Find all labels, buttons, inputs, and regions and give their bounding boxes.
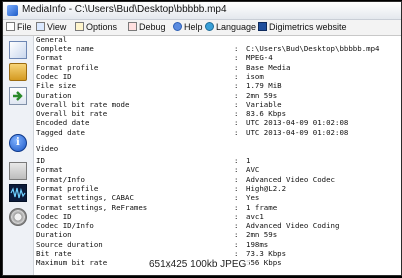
field-label: Duration [36,90,72,100]
field-separator: : [234,127,239,137]
debug-icon [128,22,137,31]
section-header-general: General [36,36,68,44]
folder-icon[interactable] [9,63,27,81]
field-label: Overall bit rate mode [36,99,130,109]
open-file-icon[interactable] [9,41,27,59]
mediainfo-window: MediaInfo - C:\Users\Bud\Desktop\bbbbb.m… [2,1,402,276]
info-icon[interactable]: i [9,134,27,152]
field-value: UTC 2013-04-09 01:02:08 [246,127,349,137]
field-label: Format profile [36,62,99,72]
menu-debug[interactable]: Debug [128,20,166,35]
field-value: 198ms [246,239,269,249]
help-icon [173,22,182,31]
field-value: 73.3 Kbps [246,249,287,258]
field-separator: : [234,71,239,81]
field-value: UTC 2013-04-09 01:02:08 [246,118,349,128]
field-value: AVC [246,165,260,175]
menu-digimetrics-website[interactable]: Digimetrics website [258,20,347,35]
field-value: Advanced Video Coding [246,221,340,231]
menu-view[interactable]: View [36,20,66,35]
title-bar: MediaInfo - C:\Users\Bud\Desktop\bbbbb.m… [3,2,401,20]
field-label: Source duration [36,239,103,249]
field-value: C:\Users\Bud\Desktop\bbbbb.mp4 [246,44,380,53]
field-value: 1.79 MiB [246,81,282,91]
field-value: Yes [246,193,260,203]
field-separator: : [234,156,239,165]
field-separator: : [234,221,239,231]
field-separator: : [234,53,239,63]
field-separator: : [234,90,239,100]
field-separator: : [234,165,239,175]
waveform-icon[interactable] [9,184,27,202]
field-value: 1 frame [246,202,278,212]
field-value: isom [246,71,264,81]
field-label: Encoded date [36,118,90,128]
field-value: Base Media [246,62,291,72]
globe-icon [258,22,267,31]
field-label: Format settings, ReFrames [36,202,148,212]
field-value: 556 Kbps [246,258,282,268]
language-icon [205,22,214,31]
view-icon [36,22,45,31]
field-label: Overall bit rate [36,109,108,119]
section-header-video: Video [36,144,59,153]
image-size-watermark: 651x425 100kb JPEG [146,259,250,270]
field-label: Maximum bit rate [36,258,108,268]
field-label: Format profile [36,183,99,193]
field-value: 2mn 59s [246,230,278,240]
menu-options[interactable]: Options [75,20,117,35]
mediainfo-app-icon [7,5,18,16]
field-label: Complete name [36,44,94,53]
menu-file[interactable]: File [6,20,32,35]
sidebar-toolbar: i [3,36,34,275]
field-label: Format [36,53,63,63]
field-label: Tagged date [36,127,85,137]
field-separator: : [234,230,239,240]
field-label: Bit rate [36,249,72,258]
field-label: Format [36,165,63,175]
field-label: ID [36,156,45,165]
media-info-text-area[interactable]: General Complete name: C:\Users\Bud\Deskt… [34,36,401,275]
field-separator: : [234,99,239,109]
field-separator: : [234,174,239,184]
menu-bar: File View Options Debug Help Language Di… [3,20,401,36]
file-icon [6,22,15,31]
field-separator: : [234,62,239,72]
field-value: Advanced Video Codec [246,174,335,184]
export-icon[interactable] [9,87,27,105]
field-separator: : [234,249,239,258]
field-label: Codec ID [36,211,72,221]
field-value: 83.6 Kbps [246,109,287,119]
menu-language[interactable]: Language [205,20,256,35]
field-label: Format/Info [36,174,85,184]
field-label: File size [36,81,77,91]
window-title: MediaInfo - C:\Users\Bud\Desktop\bbbbb.m… [22,4,227,15]
field-value: 2mn 59s [246,90,278,100]
field-separator: : [234,118,239,128]
field-separator: : [234,193,239,203]
field-separator: : [234,239,239,249]
field-value: Variable [246,99,282,109]
field-separator: : [234,211,239,221]
field-label: Codec ID [36,71,72,81]
video-info-icon[interactable] [9,162,27,180]
field-separator: : [234,202,239,212]
field-separator: : [234,109,239,119]
field-separator: : [234,183,239,193]
field-value: 1 [246,156,251,165]
field-value: avc1 [246,211,264,221]
field-label: Codec ID/Info [36,221,94,231]
gear-icon[interactable] [9,208,27,226]
menu-help[interactable]: Help [173,20,203,35]
field-label: Duration [36,230,72,240]
field-value: MPEG-4 [246,53,273,63]
field-separator: : [234,81,239,91]
field-label: Format settings, CABAC [36,193,134,203]
field-value: High@L2.2 [246,183,287,193]
options-icon [75,22,84,31]
field-separator: : [234,44,239,53]
